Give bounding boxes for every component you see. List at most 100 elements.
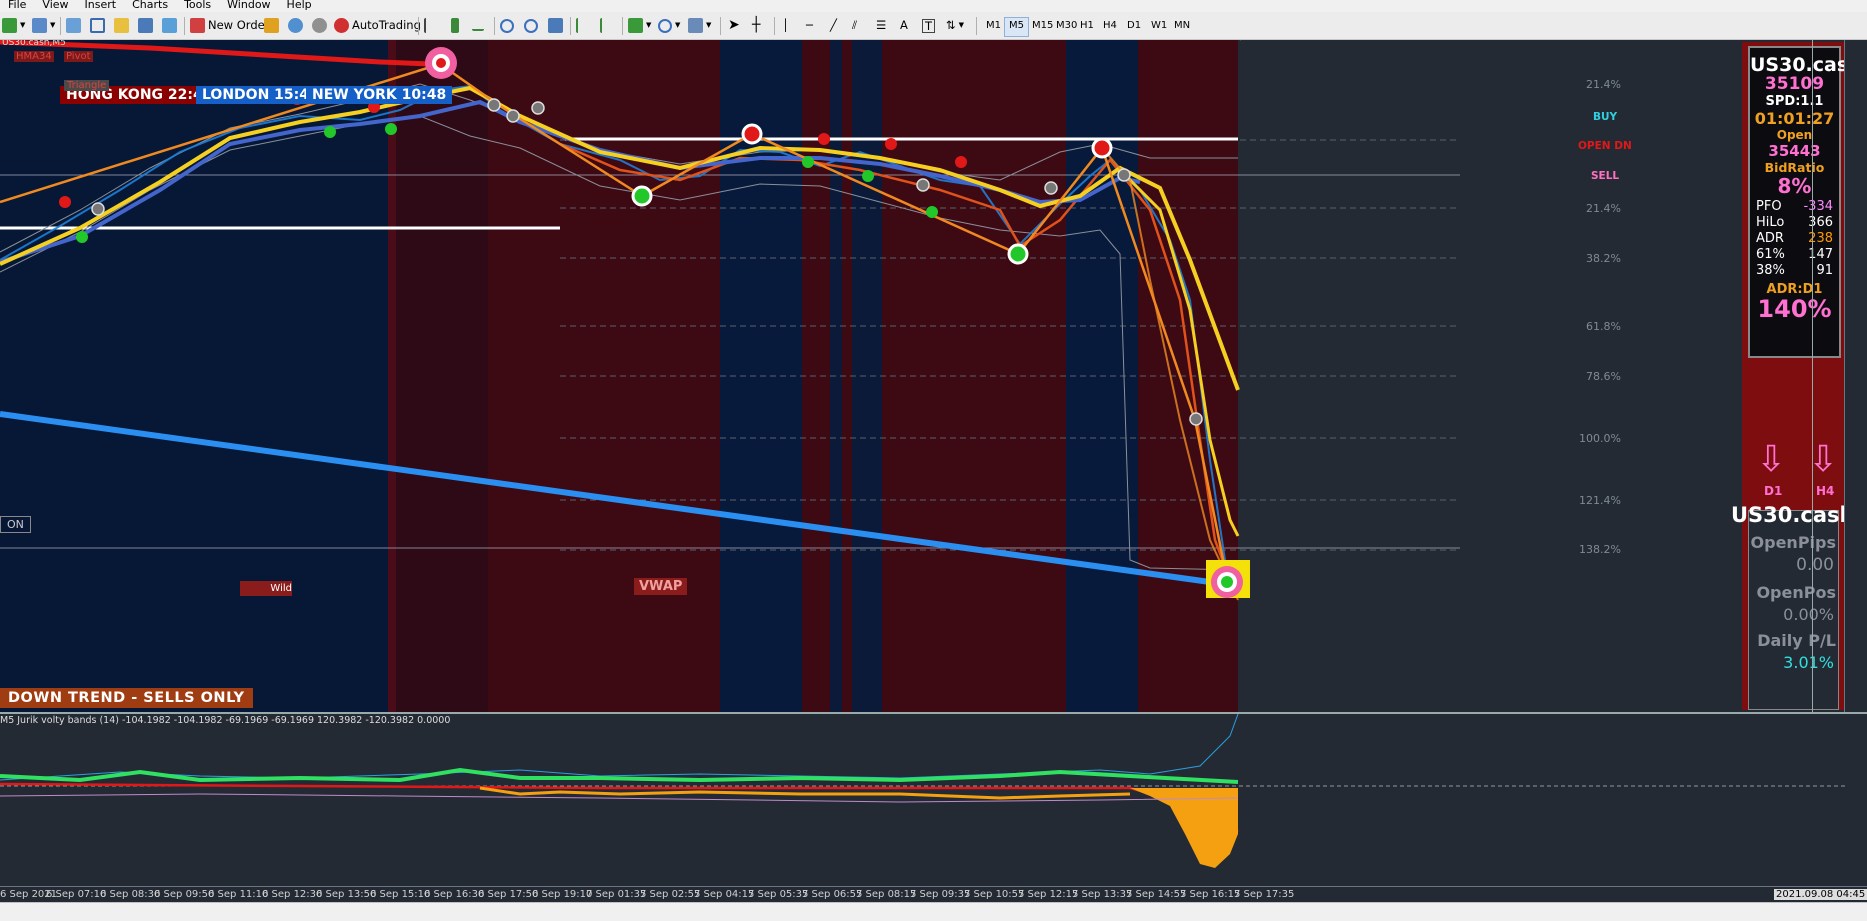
arrows-button[interactable]: ⇅ ▼ [946,16,964,35]
time-tick: 7 Sep 02:55 [640,889,701,900]
bar-chart-icon [424,18,436,33]
menu-insert[interactable]: Insert [77,0,125,10]
community-button[interactable] [288,16,303,35]
stat-label: HiLo [1756,215,1785,230]
time-tick: 6 Sep 09:50 [154,889,215,900]
channel-button[interactable]: ⫽ [852,16,857,35]
market-watch-button[interactable] [66,16,81,35]
time-tick: 6 Sep 15:10 [370,889,431,900]
tile-windows-icon [548,18,563,33]
tf-m5[interactable]: M5 [1004,17,1029,37]
periods-button[interactable]: ▼ [658,16,680,35]
line-chart-icon [472,21,484,31]
tf-w1[interactable]: W1 [1147,17,1171,35]
menu-tools[interactable]: Tools [176,0,219,10]
fib-label: 21.4% [1586,202,1621,215]
time-tick: 6 Sep 07:10 [46,889,107,900]
horizontal-line-button[interactable]: ─ [806,16,813,35]
new-order-button[interactable]: New Order [190,16,269,35]
indicators-button[interactable]: ▼ [628,16,651,35]
tf-h1[interactable]: H1 [1076,17,1098,35]
tester-icon [162,18,177,33]
wild-button[interactable]: Wild [240,581,292,596]
candlestick-icon [451,18,459,33]
fib-label: 21.4% [1586,78,1621,91]
vertical-line-button[interactable]: │ [782,16,789,35]
triangle-button[interactable]: Triangle [64,80,110,91]
menu-window[interactable]: Window [219,0,278,10]
fib-label: 100.0% [1579,432,1621,445]
fibo-button[interactable]: ☰ [876,16,886,35]
tf-h4[interactable]: H4 [1099,17,1121,35]
open-pips-value: 0.00 [1796,555,1834,575]
dropdown-icon: ▼ [706,21,712,29]
daily-pl-value: 3.01% [1783,653,1834,672]
time-tick: 6 Sep 11:10 [208,889,269,900]
chart-shift-button[interactable] [600,16,612,35]
vwap-button[interactable]: VWAP [634,578,688,595]
tf-d1[interactable]: D1 [1123,17,1145,35]
autotrading-button[interactable]: AutoTrading [334,16,421,35]
line-chart-button[interactable] [472,16,484,35]
jurik-subwindow[interactable]: M5 Jurik volty bands (14) -104.1982 -104… [0,712,1867,888]
main-chart[interactable]: HONG KONG 22:48 LONDON 15:48 NEW YORK 10… [0,40,1867,712]
panel-spread: SPD:1.1 [1765,94,1824,109]
text-icon: A [900,18,908,32]
templates-button[interactable]: ▼ [688,16,711,35]
tester-button[interactable] [162,16,177,35]
autotrading-icon [334,18,349,33]
signals-button[interactable] [312,16,327,35]
menu-view[interactable]: View [34,0,76,10]
stat-label: PFO [1756,199,1782,214]
label-button[interactable]: T [922,16,936,35]
stat-row: ADR 238 [1756,231,1833,247]
candlestick-button[interactable] [448,16,459,35]
zoom-out-button[interactable] [524,16,538,35]
menu-help[interactable]: Help [279,0,320,10]
market-watch-icon [66,18,81,33]
menu-file[interactable]: File [0,0,34,10]
fib-label: 138.2% [1579,543,1621,556]
time-tick: 6 Sep 12:30 [262,889,323,900]
tf-mn[interactable]: MN [1170,17,1194,35]
crosshair-button[interactable]: ┼ [752,16,760,35]
autoscroll-button[interactable] [576,16,588,35]
tf-m1[interactable]: M1 [982,17,1005,35]
d1-down-arrow-icon: ⇩ [1756,439,1787,480]
fib-label: 38.2% [1586,252,1621,265]
zoom-in-button[interactable] [500,16,514,35]
navigator-button[interactable] [114,16,129,35]
pivot-button[interactable]: Pivot [64,51,93,62]
stat-value: -334 [1803,199,1833,214]
panel-symbol: US30.cas [1750,54,1849,76]
menu-charts[interactable]: Charts [124,0,176,10]
panel-cash-symbol: US30.cash [1731,503,1855,527]
cursor-button[interactable]: ➤ [728,16,740,35]
symbol-box: US30.cas 35109 SPD:1.1 01:01:27 Open 354… [1748,46,1849,358]
panel-price: 35109 [1764,74,1825,94]
status-bar [0,902,1867,921]
hma-button[interactable]: HMA34 [14,51,54,62]
toolbar: ▼ ▼ New Order AutoTrading ▼ ▼ ▼ ➤ ┼ │ ─ … [0,12,1867,40]
panel-adr-pct: 140% [1757,295,1832,323]
new-chart-button[interactable]: ▼ [2,16,25,35]
zoom-out-icon [524,18,538,33]
text-button[interactable]: A [900,16,908,35]
time-tick: 7 Sep 13:35 [1072,889,1133,900]
tile-windows-button[interactable] [548,16,563,35]
time-tick: 7 Sep 04:15 [694,889,755,900]
chart-shift-icon [600,18,612,33]
terminal-button[interactable] [138,16,153,35]
symbol-tab[interactable]: US30.cash,M5 [2,40,66,48]
arrows-icon: ⇅ [946,18,956,32]
trendline-button[interactable]: ╱ [830,16,837,35]
crosshair-icon: ┼ [752,17,761,33]
new-chart-icon [2,18,17,33]
bar-chart-button[interactable] [424,16,436,35]
metaeditor-button[interactable] [264,16,279,35]
stat-label: 61% [1756,247,1785,262]
d1-label: D1 [1764,484,1783,498]
data-window-button[interactable] [90,16,105,35]
profiles-button[interactable]: ▼ [32,16,55,35]
on-toggle[interactable]: ON [0,516,31,533]
